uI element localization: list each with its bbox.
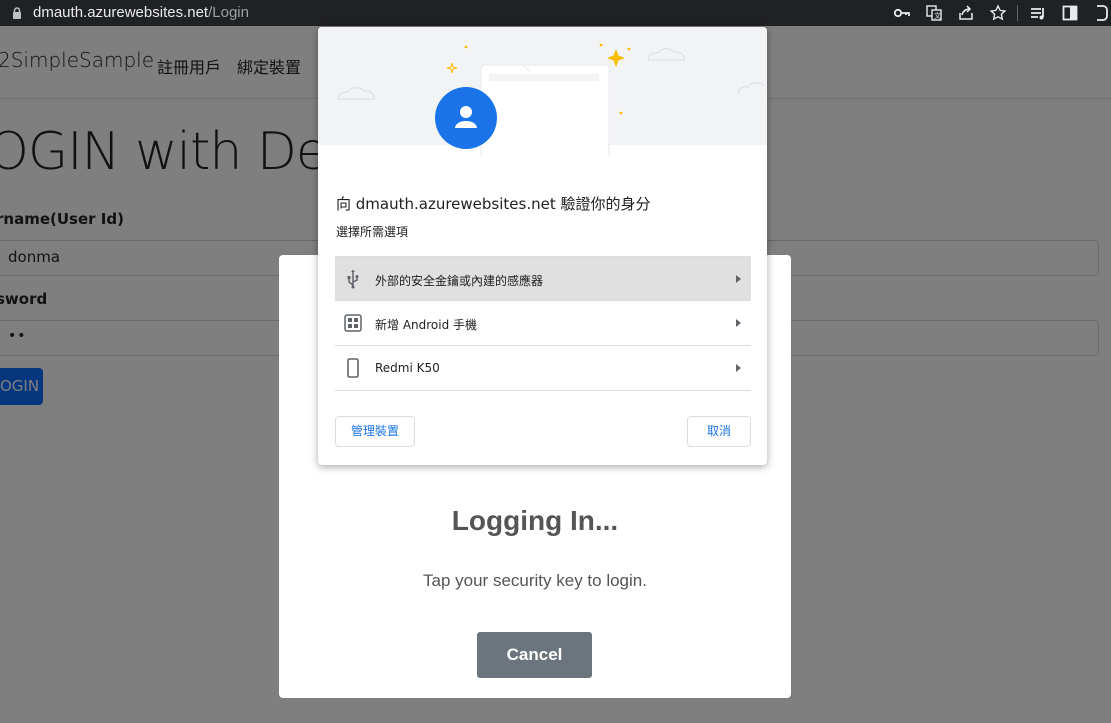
option-label: 外部的安全金鑰或內建的感應器 <box>375 274 544 288</box>
dialog-illustration <box>318 27 767 157</box>
option-android-phone[interactable]: 新增 Android 手機 <box>335 301 751 346</box>
chevron-right-icon <box>736 364 741 372</box>
option-security-key[interactable]: 外部的安全金鑰或內建的感應器 <box>335 256 751 301</box>
svg-text:文: 文 <box>934 11 941 20</box>
lock-icon[interactable] <box>10 6 24 20</box>
toolbar-divider <box>1017 5 1018 21</box>
phone-icon <box>344 358 362 378</box>
option-label: Redmi K50 <box>375 361 440 375</box>
manage-devices-button[interactable]: 管理裝置 <box>335 416 415 447</box>
key-icon[interactable] <box>893 4 911 22</box>
option-label: 新增 Android 手機 <box>375 318 478 332</box>
security-illustration-icon <box>337 43 765 157</box>
browser-toolbar: dmauth.azurewebsites.net/Login 文 <box>0 0 1111 26</box>
usb-icon <box>344 269 362 289</box>
dialog-subheading: 選擇所需選項 <box>336 225 409 239</box>
modal-message: Tap your security key to login. <box>423 571 647 590</box>
translate-icon[interactable]: 文 <box>925 4 943 22</box>
star-icon[interactable] <box>989 4 1007 22</box>
chevron-right-icon <box>736 275 741 283</box>
share-icon[interactable] <box>957 4 975 22</box>
dialog-cancel-button[interactable]: 取消 <box>687 416 751 447</box>
profile-icon[interactable] <box>1091 4 1109 22</box>
dialog-heading: 向 dmauth.azurewebsites.net 驗證你的身分 <box>336 195 651 213</box>
option-redmi-k50[interactable]: Redmi K50 <box>335 346 751 391</box>
modal-title: Logging In... <box>451 505 619 536</box>
url-path: /Login <box>208 4 249 21</box>
qr-code-icon <box>344 313 362 333</box>
modal-cancel-button[interactable]: Cancel <box>477 632 592 678</box>
url-host: dmauth.azurewebsites.net <box>33 4 209 21</box>
webauthn-dialog: 向 dmauth.azurewebsites.net 驗證你的身分 選擇所需選項… <box>318 27 767 465</box>
reading-list-icon[interactable] <box>1029 4 1047 22</box>
side-panel-icon[interactable] <box>1061 4 1079 22</box>
address-bar[interactable]: dmauth.azurewebsites.net/Login <box>33 4 249 21</box>
chevron-right-icon <box>736 319 741 327</box>
